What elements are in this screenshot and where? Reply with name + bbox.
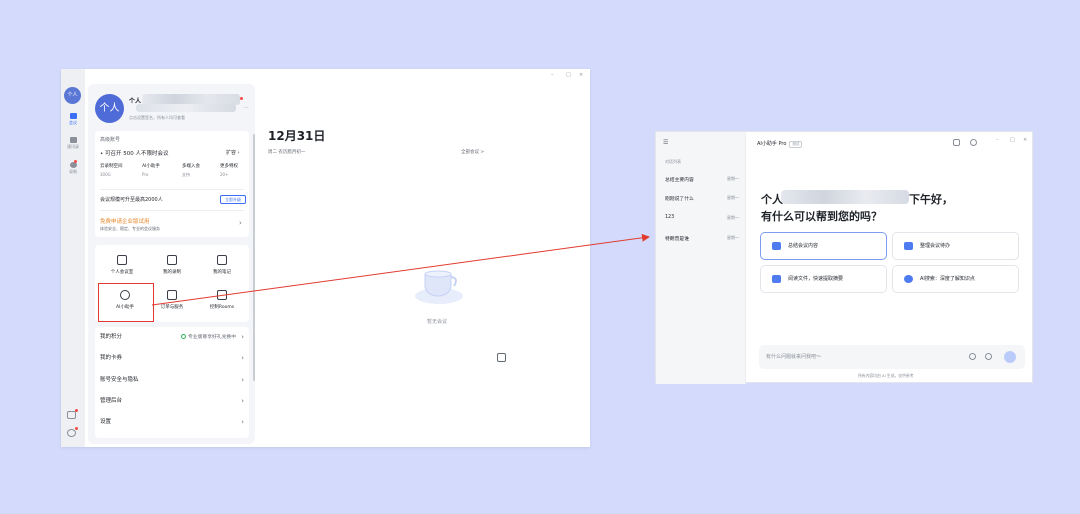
annotation-arrow	[151, 233, 650, 306]
